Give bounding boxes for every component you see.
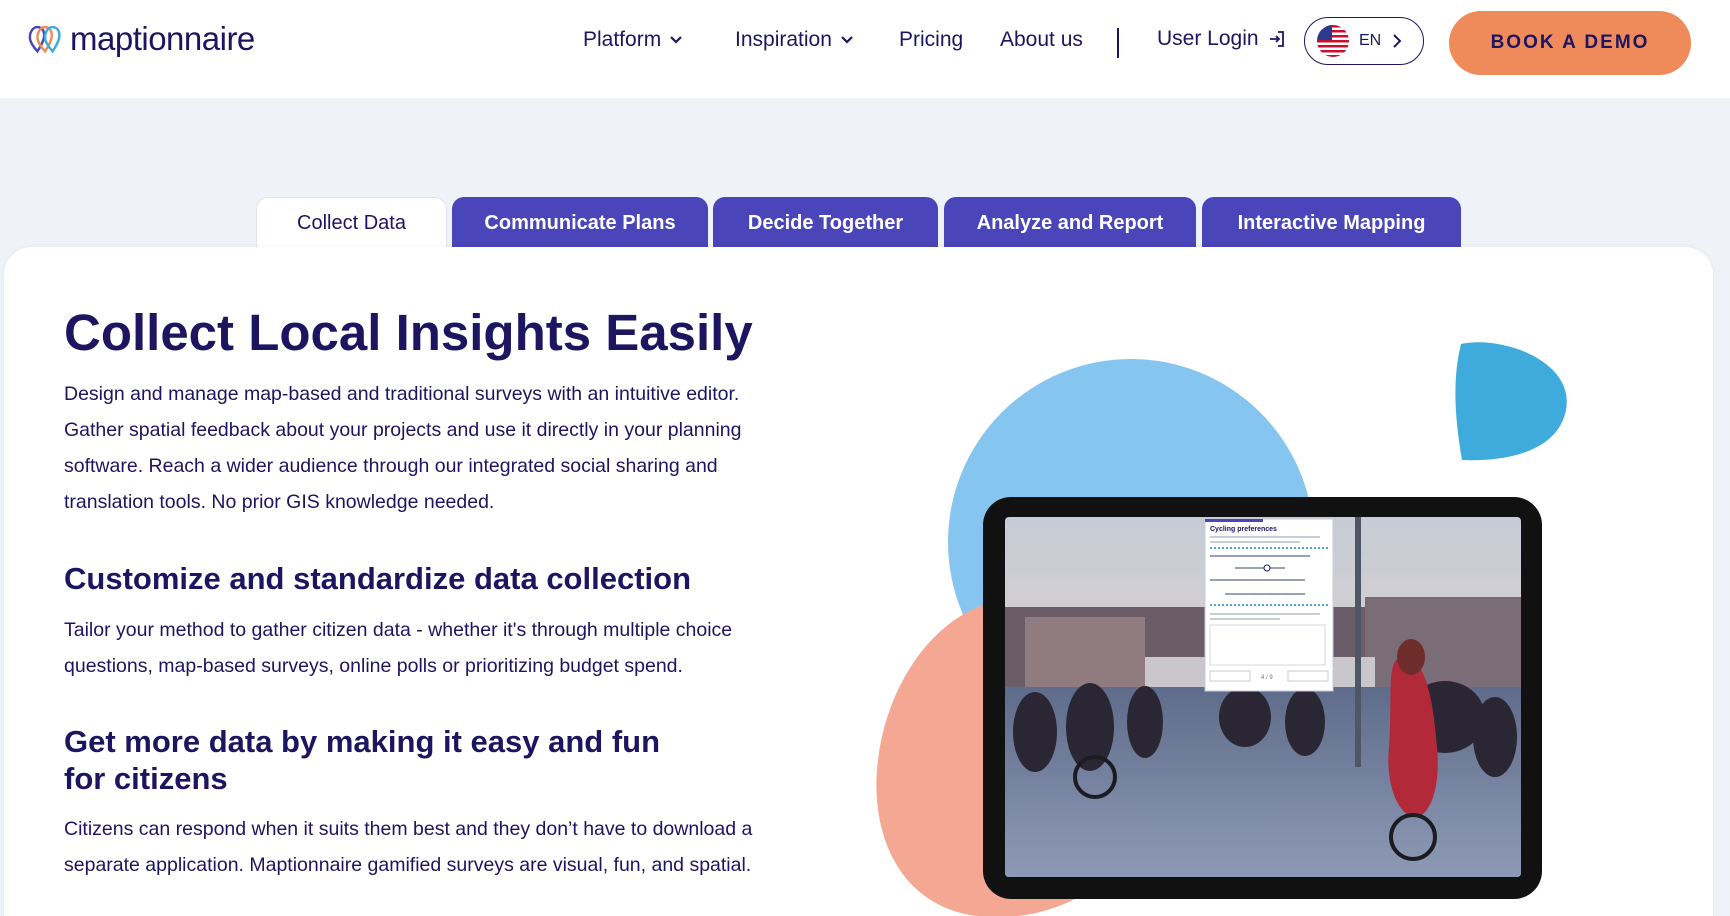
tab-analyze-report[interactable]: Analyze and Report: [944, 197, 1196, 249]
tablet-screen-photo: Cycling preferences 4 / 9: [1005, 517, 1521, 877]
language-code: EN: [1359, 32, 1382, 49]
tab-collect-data[interactable]: Collect Data: [256, 197, 447, 249]
language-selector[interactable]: EN: [1304, 17, 1424, 65]
nav-divider: [1117, 28, 1119, 58]
nav-inspiration[interactable]: Inspiration: [735, 28, 854, 52]
tab-decide-together[interactable]: Decide Together: [713, 197, 938, 249]
svg-text:4 / 9: 4 / 9: [1261, 675, 1273, 681]
login-icon: [1269, 31, 1284, 47]
section-title-engagement: Get more data by making it easy and fun …: [64, 724, 661, 796]
user-login-label: User Login: [1157, 27, 1259, 50]
tablet-device: Cycling preferences 4 / 9: [983, 497, 1542, 899]
chevron-right-icon: [1393, 34, 1402, 48]
nav-pricing-label: Pricing: [899, 28, 964, 51]
tab-interactive-mapping[interactable]: Interactive Mapping: [1202, 197, 1461, 249]
user-login-link[interactable]: User Login: [1157, 27, 1287, 51]
intro-paragraph: Design and manage map-based and traditio…: [64, 383, 742, 513]
site-header: maptionnaire Platform Inspiration Pricin…: [0, 0, 1730, 98]
nav-about-label: About us: [1000, 28, 1083, 51]
section-text-engagement: Citizens can respond when it suits them …: [64, 818, 753, 876]
nav-about[interactable]: About us: [1000, 28, 1083, 52]
chevron-down-icon: [670, 36, 682, 44]
water-drop-shape: [1455, 342, 1567, 461]
brand-name: maptionnaire: [70, 20, 255, 57]
svg-text:Cycling preferences: Cycling preferences: [1210, 526, 1277, 533]
brand-logo[interactable]: maptionnaire: [26, 20, 255, 58]
us-flag-icon: [1317, 25, 1349, 57]
chevron-down-icon: [841, 36, 853, 44]
nav-platform-label: Platform: [583, 28, 662, 51]
page-title: Collect Local Insights Easily: [64, 304, 753, 361]
nav-platform[interactable]: Platform: [583, 28, 683, 52]
section-text-customize: Tailor your method to gather citizen dat…: [64, 619, 733, 677]
tab-communicate-plans[interactable]: Communicate Plans: [452, 197, 708, 249]
book-demo-button[interactable]: BOOK A DEMO: [1449, 11, 1691, 75]
nav-inspiration-label: Inspiration: [735, 28, 832, 51]
survey-overlay-panel: Cycling preferences 4 / 9: [1204, 518, 1334, 692]
section-title-customize: Customize and standardize data collectio…: [64, 561, 692, 596]
nav-pricing[interactable]: Pricing: [899, 28, 963, 52]
maptionnaire-logo-icon: [28, 25, 61, 54]
